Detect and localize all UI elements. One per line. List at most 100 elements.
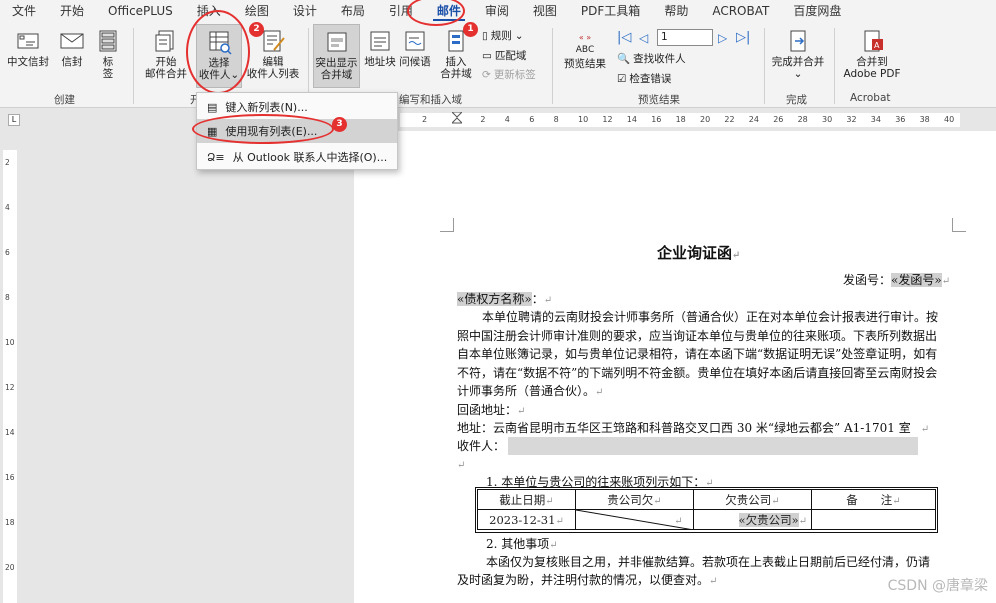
ruler-number: 10 — [5, 338, 15, 347]
rules-label: 规则 — [490, 30, 512, 42]
insert-field-label-line1: 插入 — [445, 56, 467, 68]
abc-text: ABC — [575, 45, 595, 55]
table-header-cell: 欠贵公司↵ — [693, 489, 812, 510]
envelope-icon — [60, 33, 84, 49]
find-recipient-button[interactable]: 🔍 查找收件人 — [617, 52, 686, 66]
envelope-button[interactable]: 信封 — [56, 28, 88, 68]
chinese-envelope-button[interactable]: 中文信封 — [4, 28, 52, 68]
labels-button[interactable]: 标 签 — [93, 28, 123, 80]
watermark: CSDN @唐章梁 — [887, 578, 988, 594]
horizontal-ruler[interactable]: 2 2 4 6 8 10 12 14 16 18 20 22 24 26 28 30 32 34 36 38 40 — [400, 112, 960, 128]
update-labels-button[interactable]: ⟳ 更新标签 — [482, 68, 536, 82]
account-table: 截止日期↵ 贵公司欠↵ 欠贵公司↵ 备 注↵ 2023-12-31↵ ↵ «欠贵… — [477, 489, 936, 530]
ruler-number: 14 — [5, 428, 15, 437]
update-labels-icon: ⟳ — [482, 69, 491, 81]
doc-recipient-line: 收件人： — [457, 439, 506, 453]
address-block-icon — [370, 31, 390, 51]
separator — [133, 28, 134, 104]
check-errors-label: 检查错误 — [629, 73, 672, 85]
svg-text:A: A — [874, 41, 880, 50]
ruler-number: 18 — [5, 518, 15, 527]
finish-merge-icon — [790, 30, 806, 52]
doc-paragraph-line: 自本单位账簿记录，如与贵单位记录相符，请在本函下端“数据证明无误”处签章证明，如… — [457, 347, 938, 361]
preview-results-button[interactable]: « » ABC 预览结果 — [560, 28, 610, 70]
vertical-ruler[interactable]: 2 4 6 8 10 12 14 16 18 20 — [3, 150, 17, 603]
preview-results-label: 预览结果 — [564, 58, 606, 70]
record-number-input[interactable]: 1 — [657, 29, 713, 46]
group-label-finish: 完成 — [786, 94, 807, 106]
doc-paragraph-line: 计师事务所（普通合伙）。↵ — [457, 384, 604, 398]
match-fields-icon: ▭ — [482, 50, 492, 62]
separator — [834, 28, 835, 104]
address-block-label: 地址块 — [364, 56, 396, 68]
merge-field-owed: «欠贵公司» — [738, 512, 799, 527]
ruler-number: 38 — [919, 115, 930, 124]
ruler-number: 22 — [724, 115, 735, 124]
tab-10[interactable]: 视图 — [521, 0, 569, 22]
table-cell — [811, 509, 936, 530]
ruler-number: 34 — [870, 115, 881, 124]
tab-0[interactable]: 文件 — [0, 0, 48, 22]
doc-address-line: 地址：云南省昆明市五华区王筇路和科普路交叉口西 30 米“绿地云都会” A1-1… — [457, 421, 930, 435]
annotation-oval-select — [186, 10, 250, 94]
tab-11[interactable]: PDF工具箱 — [569, 0, 652, 22]
ruler-number: 6 — [5, 248, 10, 257]
merge-field-number: «发函号» — [891, 273, 942, 287]
check-errors-button[interactable]: ☑ 检查错误 — [617, 72, 671, 86]
greeting-line-label: 问候语 — [399, 56, 431, 68]
tab-2[interactable]: OfficePLUS — [96, 0, 185, 22]
ruler-number: 30 — [822, 115, 833, 124]
ruler-number: 2 — [480, 115, 486, 124]
margin-corner — [440, 218, 454, 232]
tab-selector[interactable]: L — [8, 114, 20, 126]
update-labels-label: 更新标签 — [493, 69, 536, 81]
table-header-cell: 备 注↵ — [811, 489, 936, 510]
greeting-line-button[interactable]: 问候语 — [398, 28, 432, 68]
highlight-label-line2: 合并域 — [320, 69, 353, 81]
ruler-number: 10 — [578, 115, 589, 124]
doc-paragraph-line: 照中国注册会计师审计准则的要求，应当询证本单位与贵单位的往来账项。下表所列数据出 — [457, 329, 938, 343]
annotation-badge-2: 2 — [249, 22, 264, 37]
preview-abc-icon: « » ABC — [560, 28, 610, 56]
menu-item-label: 键入新列表(N)... — [225, 101, 308, 114]
rules-icon: ▯ — [482, 30, 488, 42]
rules-button[interactable]: ▯ 规则 ⌄ — [482, 29, 524, 43]
tab-14[interactable]: 百度网盘 — [781, 0, 853, 22]
first-record-button[interactable]: |◁ — [617, 31, 631, 45]
menu-item-outlook-contacts[interactable]: Ձ≡ 从 Outlook 联系人中选择(O)... — [197, 145, 397, 169]
tab-12[interactable]: 帮助 — [652, 0, 700, 22]
chevron-down-icon: ⌄ — [514, 30, 524, 42]
prev-record-icon: ◁ — [639, 31, 649, 45]
finish-merge-button[interactable]: 完成并合并 ⌄ — [768, 28, 828, 80]
ruler-number: 18 — [675, 115, 686, 124]
group-label-preview: 预览结果 — [638, 94, 680, 106]
ribbon: 中文信封 信封 标 签 创建 开始 邮件合并 选择 收件人⌄ 编辑 收件人列表 … — [0, 22, 996, 108]
doc-paragraph-line: 本单位聘请的云南财投会计师事务所（普通合伙）正在对本单位会计报表进行审计。按 — [482, 310, 939, 324]
indent-marker-icon[interactable] — [452, 112, 462, 128]
ruler-number: 16 — [5, 473, 15, 482]
margin-corner — [952, 218, 966, 232]
next-record-button[interactable]: ▷ — [718, 31, 727, 45]
prev-record-button[interactable]: ◁ — [639, 31, 648, 45]
ruler-number: 4 — [5, 203, 10, 212]
match-fields-button[interactable]: ▭ 匹配域 — [482, 49, 526, 63]
table-cell: «欠贵公司»↵ — [693, 509, 812, 530]
menu-tabs: 文件 开始 OfficePLUS 插入 绘图 设计 布局 引用 邮件 审阅 视图 PDF工具箱 帮助 AC… — [0, 0, 996, 22]
tab-6[interactable]: 布局 — [329, 0, 377, 22]
tab-5[interactable]: 设计 — [281, 0, 329, 22]
last-record-button[interactable]: ▷| — [736, 31, 750, 45]
address-block-button[interactable]: 地址块 — [363, 28, 397, 68]
tab-13[interactable]: ACROBAT — [700, 0, 781, 22]
ruler-number: 12 — [602, 115, 613, 124]
tab-1[interactable]: 开始 — [48, 0, 96, 22]
doc-list-item-2: 2. 其他事项↵ — [486, 537, 558, 551]
merge-field-creditor: «债权方名称» — [457, 292, 532, 306]
tab-4[interactable]: 绘图 — [233, 0, 281, 22]
envelope-label: 信封 — [61, 56, 83, 68]
finish-merge-label: 完成并合并 — [771, 56, 825, 68]
merge-to-pdf-button[interactable]: A 合并到 Adobe PDF — [840, 28, 904, 80]
table-header-cell: 贵公司欠↵ — [575, 489, 694, 510]
tab-9[interactable]: 审阅 — [473, 0, 521, 22]
highlight-merge-fields-button[interactable]: 突出显示 合并域 — [313, 24, 360, 88]
ruler-number: 4 — [504, 115, 510, 124]
